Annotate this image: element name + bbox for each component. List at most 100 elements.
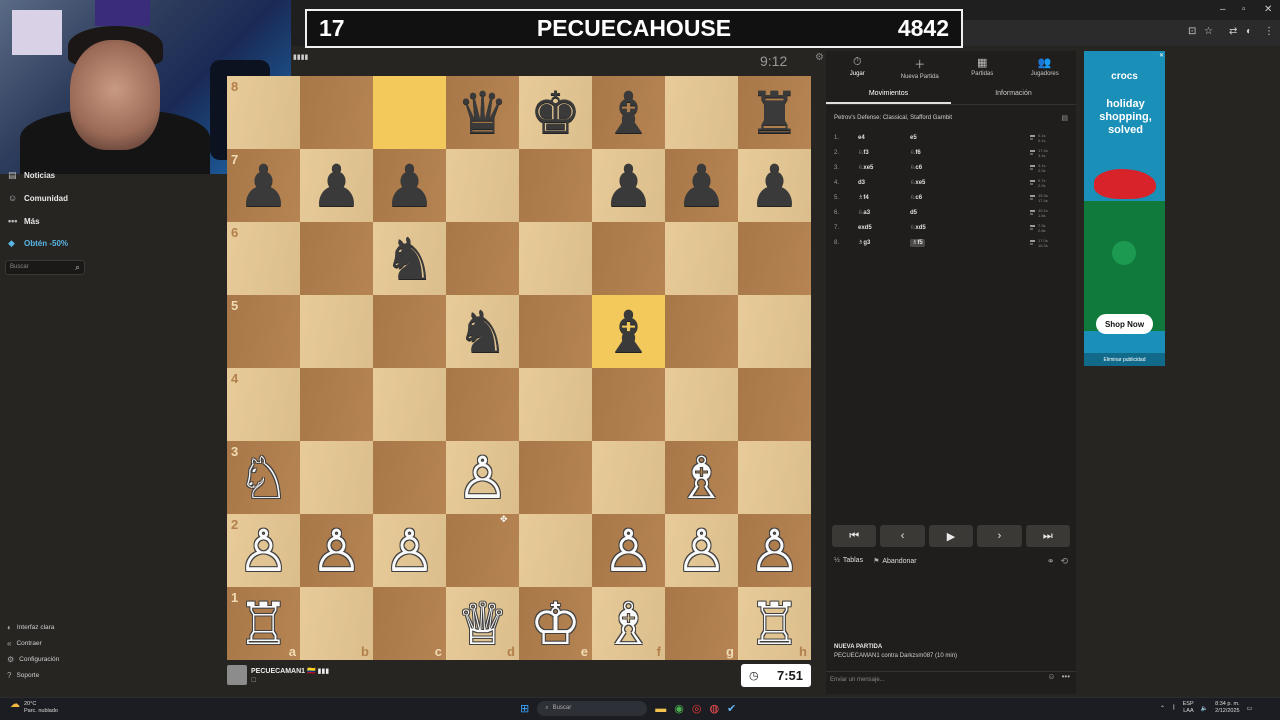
square-g7[interactable]: ♟ — [665, 149, 738, 222]
square-f8[interactable]: ♝ — [592, 76, 665, 149]
white-pawn-piece[interactable]: ♙ — [384, 522, 436, 580]
white-bishop-piece[interactable]: ♗ — [603, 595, 655, 653]
square-e4[interactable] — [519, 368, 592, 441]
weather-widget[interactable]: ☁ 20°C Parc. nublado — [10, 700, 58, 715]
sidebar-item-support[interactable]: ? Soporte — [7, 671, 39, 680]
square-a6[interactable]: 6 — [227, 222, 300, 295]
white-rook-piece[interactable]: ♖ — [238, 595, 290, 653]
sidebar-item-collapse[interactable]: « Contraer — [7, 639, 42, 648]
square-h8[interactable]: ♜ — [738, 76, 811, 149]
chrome-icon[interactable]: ◉ — [674, 702, 684, 715]
square-f1[interactable]: f ♗ — [592, 587, 665, 660]
shop-now-button[interactable]: Shop Now — [1096, 314, 1153, 334]
black-bishop-piece[interactable]: ♝ — [603, 84, 655, 142]
chat-input[interactable]: Enviar un mensaje... — [826, 671, 1076, 687]
square-d7[interactable] — [446, 149, 519, 222]
first-move-button[interactable]: ⏮ — [832, 525, 877, 547]
white-move[interactable]: ♘a3 — [858, 209, 910, 216]
black-king-piece[interactable]: ♚ — [530, 84, 582, 142]
opera-icon[interactable]: ◎ — [692, 702, 702, 715]
white-rook-piece[interactable]: ♖ — [749, 595, 801, 653]
menu-icon[interactable]: ⋮ — [1264, 26, 1274, 37]
black-queen-piece[interactable]: ♛ — [457, 84, 509, 142]
black-move[interactable]: ♘c6 — [910, 194, 1030, 201]
last-move-button[interactable]: ⏭ — [1025, 525, 1071, 547]
black-move[interactable]: d5 — [910, 210, 1030, 216]
white-king-piece[interactable]: ♔ — [530, 595, 582, 653]
square-g2[interactable]: ♙ — [665, 514, 738, 587]
keyboard-language[interactable]: ESP LAA — [1183, 701, 1194, 715]
book-icon[interactable]: ▤ — [1061, 114, 1068, 122]
black-knight-piece[interactable]: ♞ — [457, 303, 509, 361]
draw-button[interactable]: ½ Tablas — [834, 557, 863, 565]
square-h7[interactable]: ♟ — [738, 149, 811, 222]
square-g6[interactable] — [665, 222, 738, 295]
square-b6[interactable] — [300, 222, 373, 295]
sidebar-item-community[interactable]: ☺ Comunidad — [8, 193, 68, 203]
sidebar-item-premium[interactable]: ◆ Obtén -50% — [8, 238, 68, 249]
white-move[interactable]: d3 — [858, 180, 910, 186]
more-options-icon[interactable]: ••• — [1062, 672, 1070, 681]
square-b7[interactable]: ♟ — [300, 149, 373, 222]
volume-icon[interactable]: 🔈 — [1201, 705, 1208, 712]
minimize-icon[interactable]: – — [1220, 4, 1226, 15]
chess-board[interactable]: 8 ♛ ♚ ♝ ♜ 7 ♟ ♟ ♟ ♟ ♟ ♟ 6 ♞ 5 ♞ ♝ 4 3 ♘ ♙ ♗ 2 ♙ ♙ ♙ ♙ ♙ ♙ 1 a ♖ b c d ♕ e ♔ f ♗… — [227, 76, 811, 660]
square-d3[interactable]: ♙ — [446, 441, 519, 514]
square-h1[interactable]: h ♖ — [738, 587, 811, 660]
steam-icon[interactable]: ✔ — [727, 702, 736, 715]
play-moves-button[interactable]: ▶ — [928, 525, 974, 547]
black-move[interactable]: ♘c6 — [910, 164, 1030, 171]
square-d1[interactable]: d ♕ — [446, 587, 519, 660]
white-move[interactable]: e4 — [858, 135, 910, 141]
black-rook-piece[interactable]: ♜ — [749, 84, 801, 142]
sidebar-search-input[interactable]: Buscar ⌕ — [5, 260, 85, 275]
tab-info[interactable]: Información — [951, 85, 1076, 104]
white-move[interactable]: exd5 — [858, 225, 910, 231]
square-f2[interactable]: ♙ — [592, 514, 665, 587]
tab-new-game[interactable]: ＋ Nueva Partida — [889, 51, 952, 85]
square-e7[interactable] — [519, 149, 592, 222]
square-a7[interactable]: 7 ♟ — [227, 149, 300, 222]
square-c2[interactable]: ♙ — [373, 514, 446, 587]
white-pawn-piece[interactable]: ♙ — [238, 522, 290, 580]
white-move[interactable]: ♘f3 — [858, 149, 910, 156]
square-a4[interactable]: 4 — [227, 368, 300, 441]
square-h4[interactable] — [738, 368, 811, 441]
white-pawn-piece[interactable]: ♙ — [457, 449, 509, 507]
black-pawn-piece[interactable]: ♟ — [676, 157, 728, 215]
square-e1[interactable]: e ♔ — [519, 587, 592, 660]
close-icon[interactable]: ✕ — [1264, 4, 1272, 15]
square-g8[interactable] — [665, 76, 738, 149]
black-move[interactable]: e5 — [910, 135, 1030, 141]
square-d5[interactable]: ♞ — [446, 295, 519, 368]
square-a8[interactable]: 8 — [227, 76, 300, 149]
square-d6[interactable] — [446, 222, 519, 295]
square-f5[interactable]: ♝ — [592, 295, 665, 368]
tab-moves[interactable]: Movimientos — [826, 85, 951, 104]
square-d8[interactable]: ♛ — [446, 76, 519, 149]
notifications-icon[interactable]: ▭ — [1247, 705, 1253, 712]
sidebar-item-more[interactable]: ••• Más — [8, 216, 40, 226]
square-a3[interactable]: 3 ♘ — [227, 441, 300, 514]
black-bishop-piece[interactable]: ♝ — [603, 303, 655, 361]
square-f4[interactable] — [592, 368, 665, 441]
square-c6[interactable]: ♞ — [373, 222, 446, 295]
sidebar-item-news[interactable]: ▤ Noticias — [8, 170, 55, 181]
windows-start-icon[interactable]: ⊞ — [520, 702, 529, 715]
avatar[interactable] — [227, 665, 247, 685]
square-g1[interactable]: g — [665, 587, 738, 660]
square-c8[interactable] — [373, 76, 446, 149]
flip-board-icon[interactable]: ⟲ — [1060, 556, 1068, 567]
square-a1[interactable]: 1 a ♖ — [227, 587, 300, 660]
tab-play[interactable]: ⏱ Jugar — [826, 51, 889, 85]
profile-icon[interactable]: ◐ — [1246, 26, 1252, 37]
square-f7[interactable]: ♟ — [592, 149, 665, 222]
square-e3[interactable] — [519, 441, 592, 514]
white-pawn-piece[interactable]: ♙ — [749, 522, 801, 580]
sidebar-item-settings[interactable]: ⚙ Configuración — [7, 655, 59, 664]
square-b2[interactable]: ♙ — [300, 514, 373, 587]
square-g4[interactable] — [665, 368, 738, 441]
square-h6[interactable] — [738, 222, 811, 295]
white-knight-piece[interactable]: ♘ — [238, 449, 290, 507]
square-c3[interactable] — [373, 441, 446, 514]
